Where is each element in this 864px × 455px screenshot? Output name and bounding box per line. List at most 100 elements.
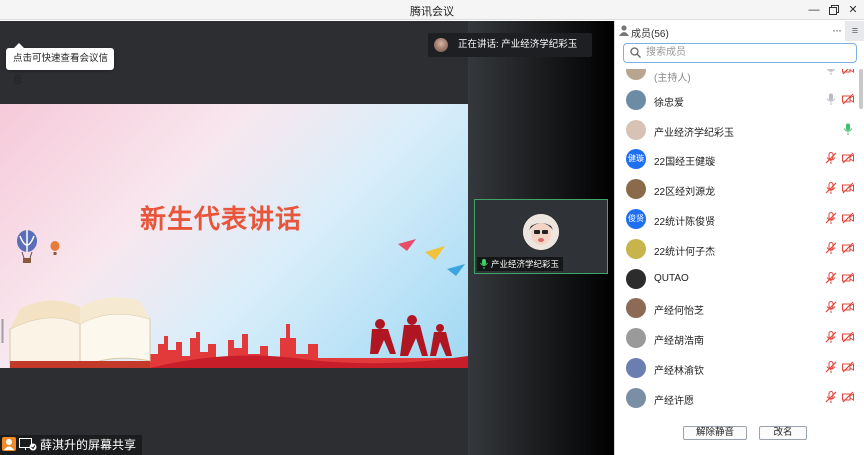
member-name: 22统计何子杰 <box>654 246 716 258</box>
member-avatar: 俊贤 <box>626 209 646 229</box>
paper-plane-icon <box>447 264 465 276</box>
participant-avatar <box>523 214 559 250</box>
screen-share-label[interactable]: 薛淇升的屏幕共享 <box>0 435 143 455</box>
member-row[interactable]: 产经林渝钦 <box>615 353 864 383</box>
member-search-box[interactable] <box>623 43 857 63</box>
mic-muted-icon[interactable] <box>825 390 837 403</box>
meeting-info-tooltip[interactable]: 点击可快速查看会议信息 <box>6 43 114 86</box>
camera-off-icon[interactable] <box>842 152 854 164</box>
participant-video-tile[interactable]: 产业经济学纪彩玉 <box>474 199 608 274</box>
sidebar-handle-icon[interactable] <box>0 317 5 345</box>
unmute-all-button[interactable]: 解除静音 <box>683 426 747 440</box>
member-name: 产业经济学纪彩玉 <box>654 127 734 139</box>
member-name: QUTAO <box>654 272 689 284</box>
members-icon <box>619 25 629 36</box>
mic-speaking-icon <box>480 259 488 269</box>
member-name: 22统计陈俊贤 <box>654 217 716 228</box>
mic-muted-icon[interactable] <box>825 212 837 224</box>
camera-off-icon[interactable] <box>842 391 854 403</box>
mic-icon[interactable] <box>825 93 837 105</box>
member-list-scrollbar[interactable] <box>859 69 863 109</box>
camera-off-icon[interactable] <box>842 361 854 373</box>
member-row[interactable]: 22区经刘源龙 <box>615 174 864 204</box>
members-panel-header: 成员(56) ··· ≡ <box>615 21 864 41</box>
hot-air-balloon-icon <box>17 230 37 263</box>
speaking-indicator: 正在讲话: 产业经济学纪彩玉 <box>428 33 592 57</box>
camera-off-icon[interactable] <box>842 301 854 313</box>
member-name: 产经许愿 <box>654 395 694 407</box>
close-icon[interactable]: ✕ <box>845 2 861 18</box>
member-row[interactable]: 产经许愿 <box>615 383 864 413</box>
window-title: 腾讯会议 <box>410 6 454 18</box>
mic-muted-icon[interactable] <box>825 271 837 284</box>
window-titlebar: 腾讯会议 — ✕ <box>0 0 864 20</box>
panel-menu-icon[interactable]: ≡ <box>845 21 864 41</box>
member-name: 产经胡浩南 <box>654 336 704 348</box>
shared-screen-slide: 新生代表讲话 <box>0 104 468 368</box>
member-row[interactable]: 产业经济学纪彩玉 <box>615 115 864 145</box>
minimize-icon[interactable]: — <box>806 2 822 18</box>
member-search-input[interactable] <box>646 45 846 60</box>
slide-title: 新生代表讲话 <box>140 205 303 235</box>
member-avatar <box>626 179 646 200</box>
mic-muted-icon[interactable] <box>825 301 837 314</box>
camera-off-icon[interactable] <box>842 182 854 194</box>
user-icon <box>2 437 16 451</box>
more-options-icon[interactable]: ··· <box>832 23 842 37</box>
mic-muted-icon[interactable] <box>825 331 837 344</box>
open-book-illustration <box>9 297 151 368</box>
member-avatar <box>626 298 646 319</box>
mic-speaking-icon[interactable] <box>842 123 854 135</box>
member-row[interactable]: 健璇 22国经王健璇 <box>615 144 864 174</box>
camera-off-icon[interactable] <box>842 93 854 105</box>
mic-icon[interactable] <box>825 69 837 75</box>
member-name: 22区经刘源龙 <box>654 187 716 199</box>
meeting-stage: 点击可快速查看会议信息 正在讲话: 产业经济学纪彩玉 新生代表讲话 产业经济学纪… <box>0 21 614 455</box>
member-row[interactable]: 产经胡浩南 <box>615 323 864 353</box>
restore-icon[interactable] <box>826 2 842 18</box>
member-avatar <box>626 89 646 110</box>
mic-muted-icon[interactable] <box>825 241 837 254</box>
mic-muted-icon[interactable] <box>825 361 837 373</box>
member-avatar: 健璇 <box>626 149 646 170</box>
member-row[interactable]: QUTAO <box>615 264 864 294</box>
camera-off-icon[interactable] <box>842 331 854 343</box>
member-name: 徐忠爱 <box>654 97 684 109</box>
member-name: 22国经王健璇 <box>654 157 716 169</box>
screen-share-icon <box>19 438 37 451</box>
video-name-text: 产业经济学纪彩玉 <box>491 259 560 269</box>
screen-share-text: 薛淇升的屏幕共享 <box>40 438 137 452</box>
member-avatar <box>626 328 646 349</box>
member-row[interactable]: 俊贤 22统计陈俊贤 <box>615 204 864 234</box>
member-name: 产经林渝钦 <box>654 366 704 377</box>
rename-button[interactable]: 改名 <box>759 426 807 440</box>
member-list: (主持人) 徐忠爱产业经济学纪彩玉 健璇 22国经王健璇 22区经刘源龙 俊贤 22统计陈俊… <box>615 69 864 419</box>
camera-off-icon[interactable] <box>842 272 854 284</box>
members-count-title: 成员(56) <box>631 29 669 40</box>
member-name: 产经何怡芝 <box>654 306 704 318</box>
mic-muted-icon[interactable] <box>825 182 837 195</box>
member-avatar <box>626 387 646 408</box>
member-row[interactable]: 22统计何子杰 <box>615 234 864 264</box>
city-skyline-illustration <box>150 315 468 368</box>
paper-plane-icon <box>398 239 416 251</box>
search-icon <box>630 47 641 58</box>
small-balloon-icon <box>50 241 60 255</box>
video-name-label: 产业经济学纪彩玉 <box>477 257 564 271</box>
member-avatar <box>626 358 646 378</box>
member-row[interactable]: 徐忠爱 <box>615 85 864 115</box>
member-avatar <box>626 238 646 259</box>
camera-off-icon[interactable] <box>842 212 854 224</box>
camera-off-icon[interactable] <box>842 69 854 75</box>
member-avatar <box>626 69 646 80</box>
member-avatar <box>626 119 646 140</box>
mic-muted-icon[interactable] <box>825 152 837 165</box>
camera-off-icon[interactable] <box>842 242 854 254</box>
member-name: (主持人) <box>654 73 691 84</box>
paper-plane-icon <box>425 246 445 260</box>
speaking-text: 正在讲话: 产业经济学纪彩玉 <box>458 39 578 50</box>
member-avatar <box>626 268 646 289</box>
member-row[interactable]: 产经何怡芝 <box>615 293 864 323</box>
member-row[interactable]: (主持人) <box>615 69 864 85</box>
speaker-avatar <box>434 38 448 52</box>
